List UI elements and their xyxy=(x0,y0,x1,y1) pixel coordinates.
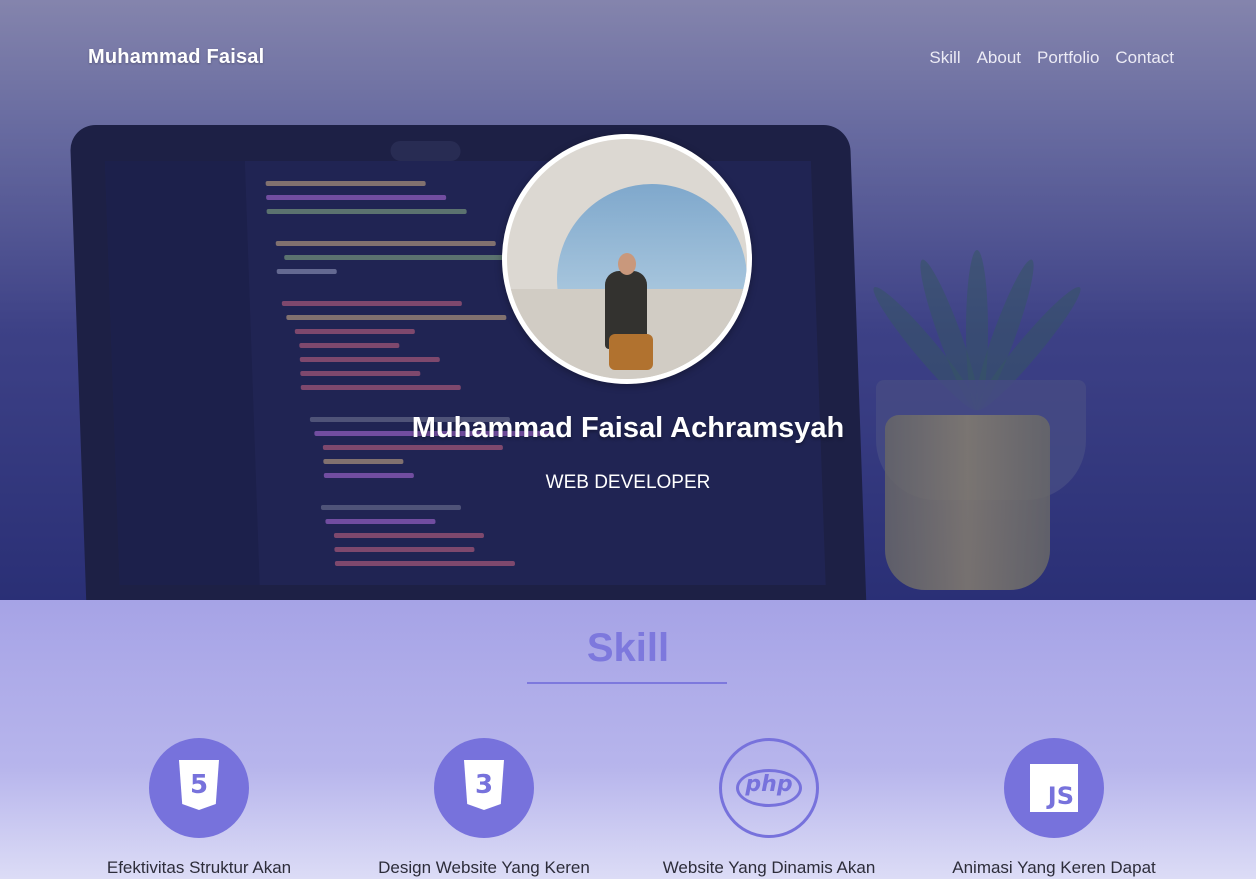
avatar-photo xyxy=(507,139,747,379)
skill-item-javascript: JS Animasi Yang Keren Dapat xyxy=(924,738,1184,878)
skill-title-underline xyxy=(527,682,727,684)
skill-item-css: 3 Design Website Yang Keren xyxy=(354,738,614,878)
skill-caption: Efektivitas Struktur Akan xyxy=(106,858,292,877)
javascript-icon-label: JS xyxy=(1047,782,1074,810)
nav-link-about[interactable]: About xyxy=(977,48,1021,68)
html5-shield: 5 xyxy=(179,760,219,810)
javascript-box: JS xyxy=(1030,764,1078,812)
html5-icon: 5 xyxy=(149,738,249,838)
css3-icon: 3 xyxy=(434,738,534,838)
skill-caption: Design Website Yang Keren xyxy=(378,858,590,877)
html5-icon-label: 5 xyxy=(189,770,209,800)
hero-section: Muhammad Faisal Skill About Portfolio Co… xyxy=(0,0,1256,600)
css3-shield: 3 xyxy=(464,760,504,810)
profile-avatar xyxy=(502,134,752,384)
skill-item-php: php Website Yang Dinamis Akan xyxy=(639,738,899,878)
php-icon: php xyxy=(719,738,819,838)
skill-item-html: 5 Efektivitas Struktur Akan xyxy=(69,738,329,878)
nav-link-portfolio[interactable]: Portfolio xyxy=(1037,48,1099,68)
hero-name: Muhammad Faisal Achramsyah xyxy=(411,412,845,444)
javascript-icon: JS xyxy=(1004,738,1104,838)
php-icon-label: php xyxy=(745,772,793,797)
brand-logo[interactable]: Muhammad Faisal xyxy=(88,46,264,69)
skill-section: Skill 5 Efektivitas Struktur Akan 3 Desi… xyxy=(0,600,1256,879)
nav-link-skill[interactable]: Skill xyxy=(929,48,960,68)
css3-icon-label: 3 xyxy=(474,770,494,800)
avatar-person-legs xyxy=(609,334,653,370)
nav-link-contact[interactable]: Contact xyxy=(1115,48,1174,68)
skill-caption: Website Yang Dinamis Akan xyxy=(662,858,876,877)
hero-role: WEB DEVELOPER xyxy=(545,472,711,493)
skill-caption: Animasi Yang Keren Dapat xyxy=(952,858,1156,877)
skill-title: Skill xyxy=(586,626,670,670)
navbar: Muhammad Faisal Skill About Portfolio Co… xyxy=(0,0,1256,110)
nav-menu: Skill About Portfolio Contact xyxy=(929,48,1174,68)
avatar-person-head xyxy=(618,253,636,275)
